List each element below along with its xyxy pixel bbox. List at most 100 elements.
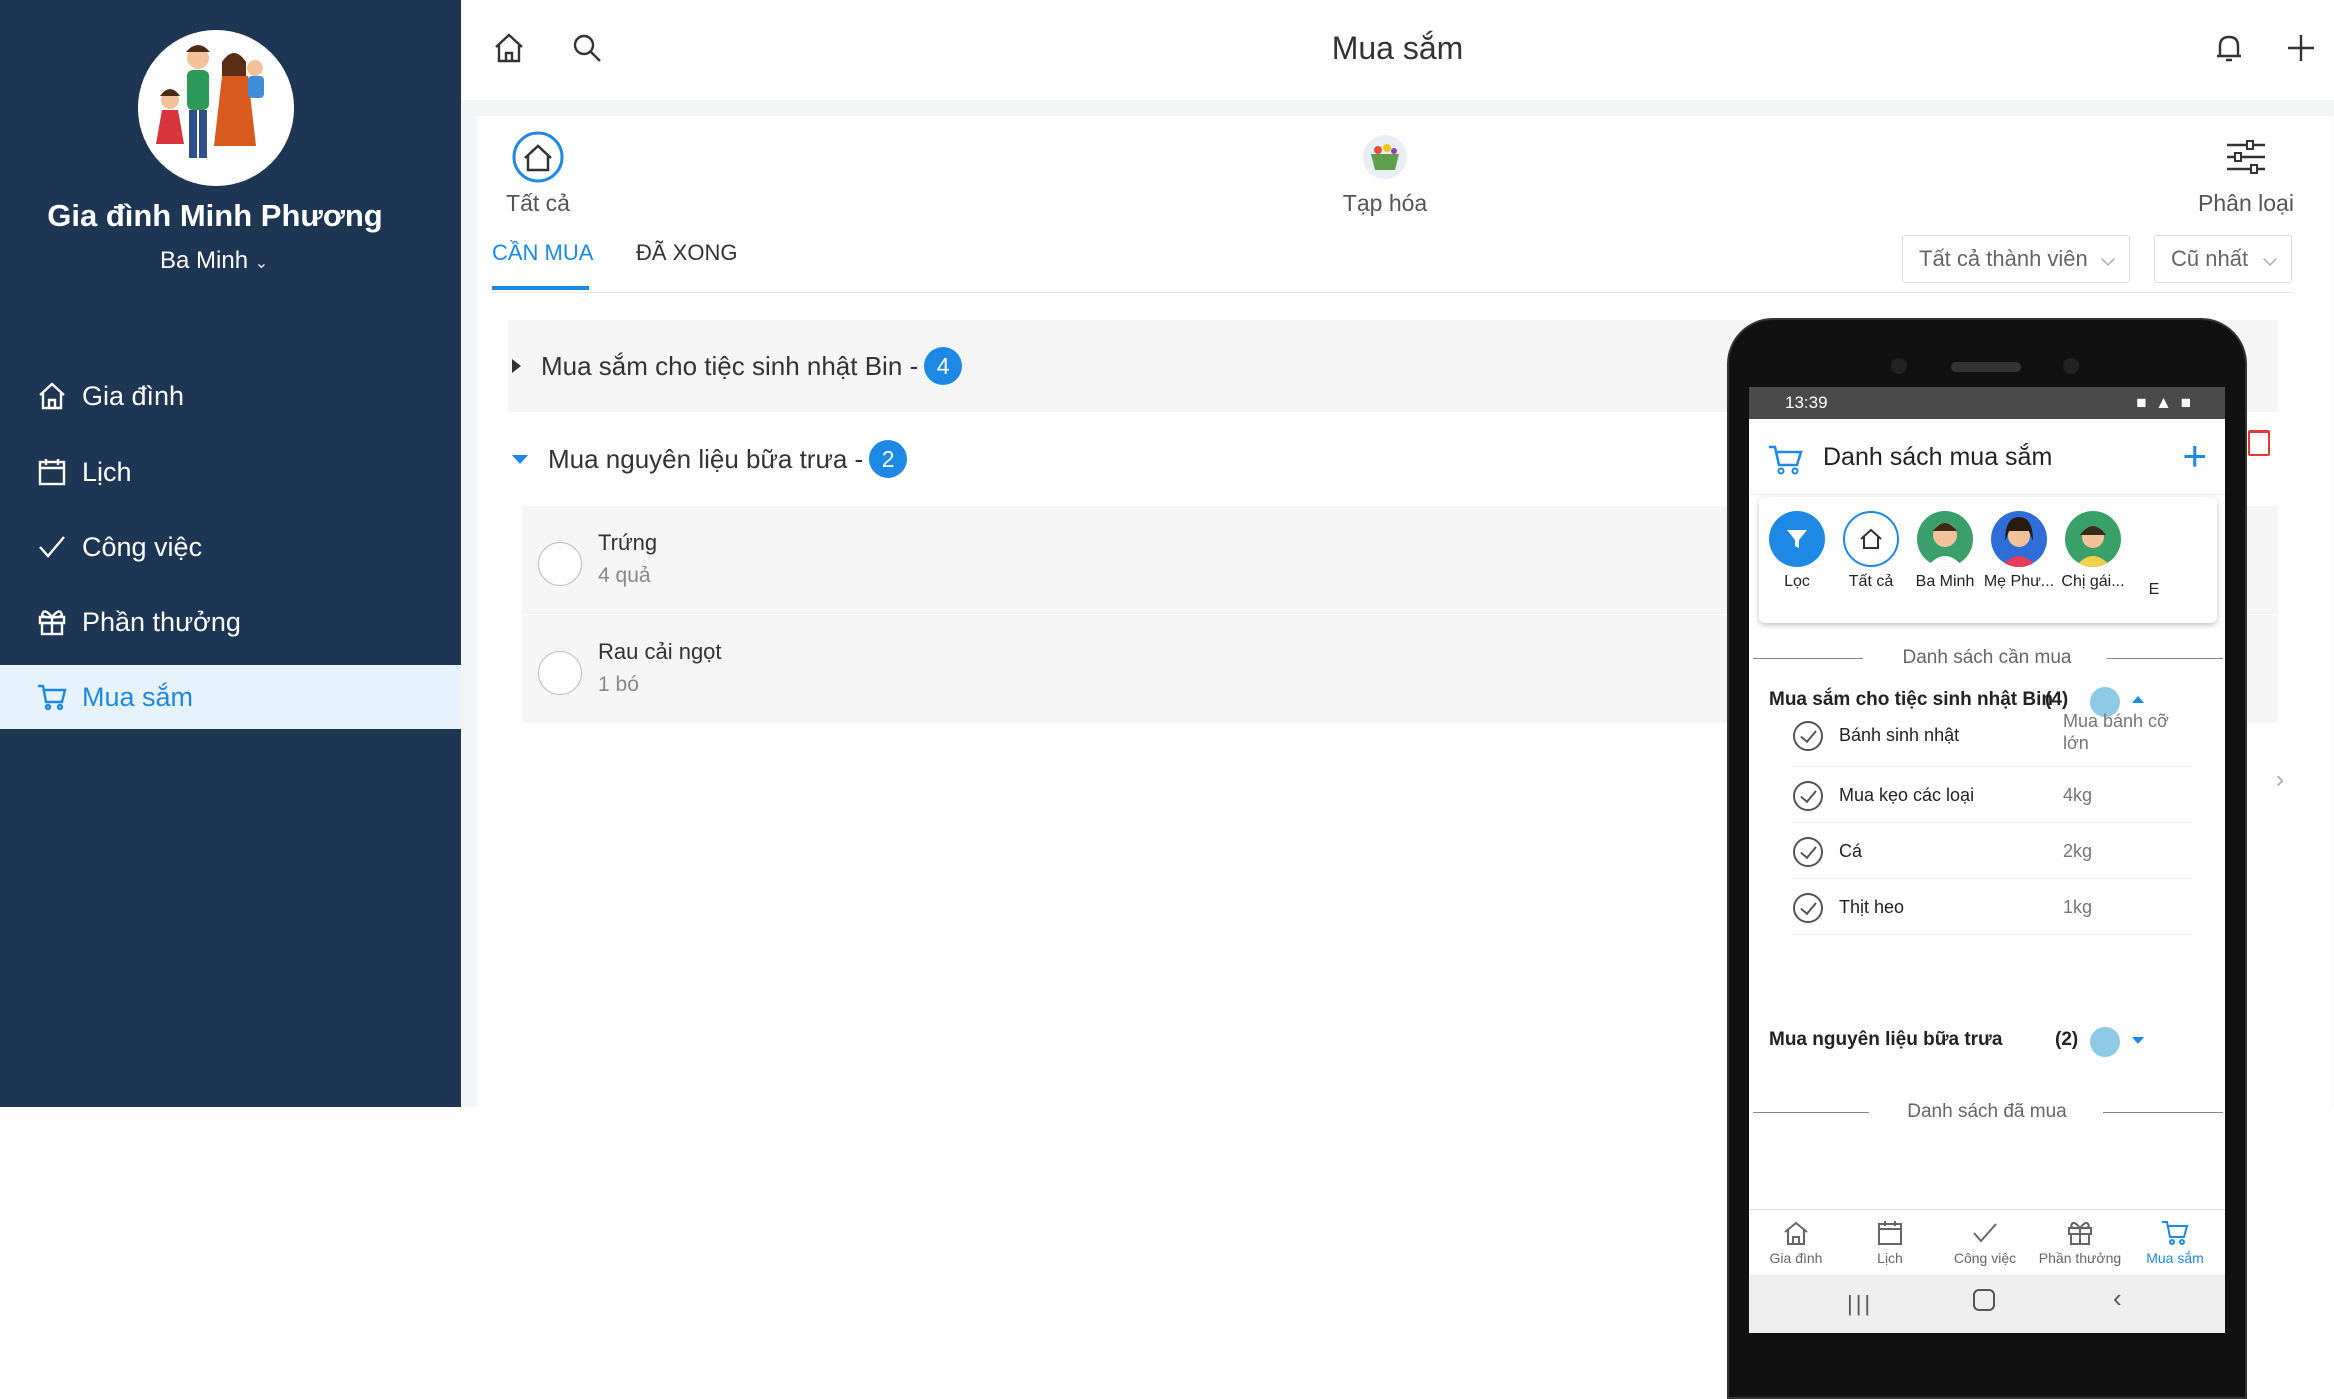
house-icon [1843, 511, 1899, 567]
avatar [2090, 1027, 2120, 1057]
category-all[interactable]: Tất cả [500, 130, 576, 217]
bottom-nav-tasks[interactable]: Công việc [1940, 1218, 2030, 1266]
caret-down-icon[interactable] [2132, 1037, 2144, 1044]
filter-chip[interactable]: Ba Minh [1908, 511, 1982, 591]
group-title: Mua nguyên liệu bữa trưa - [548, 443, 864, 474]
phone-header: Danh sách mua sắm + [1749, 419, 2225, 495]
home-icon [1784, 1221, 1808, 1245]
group-title: Mua sắm cho tiệc sinh nhật Bin - [541, 350, 919, 381]
bottom-nav-calendar[interactable]: Lịch [1845, 1218, 1935, 1266]
category-sort[interactable]: Phân loại [2196, 130, 2296, 217]
item-checkbox[interactable] [538, 542, 582, 586]
section-to-buy-title: Danh sách cần mua [1902, 647, 2072, 668]
status-time: 13:39 [1785, 393, 1828, 412]
home-button-icon[interactable] [1973, 1289, 1995, 1311]
section-done-title: Danh sách đã mua [1907, 1101, 2067, 1122]
avatar [2065, 511, 2121, 567]
sort-select[interactable]: Cũ nhất [2154, 235, 2292, 283]
bottom-nav-label: Gia đình [1769, 1250, 1823, 1266]
checkmark-circle-icon[interactable] [1793, 893, 1823, 923]
filter-chip[interactable]: Tất cả [1834, 511, 1908, 591]
checkmark-circle-icon[interactable] [1793, 721, 1823, 751]
add-icon[interactable] [2283, 30, 2323, 70]
sidebar-item-label: Công việc [82, 531, 203, 562]
checkmark-circle-icon[interactable] [1793, 781, 1823, 811]
category-label: Tất cả [506, 190, 570, 216]
sidebar-item-label: Gia đình [82, 380, 185, 411]
delete-icon[interactable] [2248, 430, 2270, 456]
member-filter-bar: Lọc Tất cả Ba Minh Mẹ Phư... Chị gái... [1759, 497, 2217, 623]
status-bar: 13:39 ■ ▲ ■ [1749, 387, 2225, 419]
sidebar-item-calendar[interactable]: Lịch [0, 440, 461, 504]
phone-list-item[interactable]: Bánh sinh nhật Mua bánh cỡ lớn [1793, 705, 2193, 767]
tab-to-buy[interactable]: CẦN MUA [492, 240, 593, 266]
sidebar-item-label: Lịch [82, 456, 132, 487]
avatar [1991, 511, 2047, 567]
group-title[interactable]: Mua nguyên liệu bữa trưa [1769, 1029, 2002, 1051]
phone-list-item[interactable]: Cá 2kg [1793, 823, 2193, 879]
cart-icon [38, 684, 67, 711]
phone-header-title: Danh sách mua sắm [1823, 443, 2053, 471]
phone-list-item[interactable]: Mua kẹo các loại 4kg [1793, 767, 2193, 823]
gift-icon [2068, 1222, 2092, 1245]
sidebar-item-family[interactable]: Gia đình [0, 364, 461, 428]
filter-chip[interactable]: Lọc [1760, 511, 1834, 591]
bottom-nav-label: Phần thưởng [2038, 1250, 2122, 1266]
category-grocery[interactable]: Tạp hóa [1340, 130, 1430, 217]
calendar-icon [38, 459, 66, 486]
house-circle-icon [511, 130, 565, 184]
add-icon[interactable]: + [2182, 435, 2207, 477]
family-avatar[interactable] [138, 30, 294, 186]
item-quantity: 1 bó [598, 673, 639, 696]
grocery-basket-icon [1358, 130, 1412, 184]
bottom-nav-shopping[interactable]: Mua sắm [2130, 1218, 2220, 1266]
bottom-nav-rewards[interactable]: Phần thưởng [2035, 1218, 2125, 1266]
item-name: Rau cải ngọt [598, 639, 722, 664]
active-tab-indicator [492, 286, 589, 290]
caret-down-icon [512, 454, 528, 464]
sidebar-item-shopping[interactable]: Mua sắm [0, 665, 461, 729]
caret-up-icon[interactable] [2132, 696, 2144, 703]
bottom-nav-label: Công việc [1953, 1250, 2017, 1266]
back-icon[interactable]: ‹ [2113, 1283, 2122, 1314]
bell-icon[interactable] [2211, 30, 2251, 70]
checkmark-circle-icon[interactable] [1793, 837, 1823, 867]
cart-icon [1769, 445, 1803, 475]
filter-chip-label: Mẹ Phư... [1983, 573, 2055, 590]
phone-bottom-nav: Gia đình Lịch Công việc Phần thưởng Mua … [1749, 1209, 2225, 1275]
item-name: Thịt heo [1839, 897, 1905, 917]
check-icon [1973, 1223, 1997, 1243]
family-name: Gia đình Minh Phương [47, 198, 383, 233]
tab-divider [492, 292, 2292, 293]
phone-camera [1891, 358, 1907, 374]
current-user-label: Ba Minh [160, 247, 249, 274]
sidebar-item-label: Phần thưởng [82, 606, 241, 637]
bottom-nav-label: Mua sắm [2146, 1250, 2204, 1266]
phone-list-item[interactable]: Thịt heo 1kg [1793, 879, 2193, 935]
filter-chip-label: Ba Minh [1915, 573, 1975, 590]
filter-chip-label: Tất cả [1848, 573, 1894, 590]
member-filter-select[interactable]: Tất cả thành viên [1902, 235, 2130, 283]
chevron-right-icon[interactable]: › [2276, 766, 2284, 794]
item-checkbox[interactable] [538, 651, 582, 695]
member-filter-value: Tất cả thành viên [1919, 246, 2088, 271]
bottom-nav-family[interactable]: Gia đình [1751, 1218, 1841, 1266]
category-label: Tạp hóa [1342, 190, 1428, 216]
home-icon [39, 382, 65, 410]
sort-value: Cũ nhất [2171, 246, 2249, 271]
recent-apps-icon[interactable]: ||| [1847, 1291, 1873, 1317]
filter-chip[interactable]: Mẹ Phư... [1982, 511, 2056, 591]
filter-chip[interactable]: Chị gái... [2056, 511, 2130, 591]
item-name: Trứng [598, 530, 658, 555]
filter-chip[interactable]: E [2139, 581, 2169, 599]
top-bar: Mua sắm [461, 0, 2334, 100]
status-icons: ■ ▲ ■ [2136, 393, 2193, 412]
sidebar-item-rewards[interactable]: Phần thưởng [0, 590, 461, 654]
check-icon [39, 536, 65, 558]
sidebar-item-tasks[interactable]: Công việc [0, 515, 461, 579]
chevron-down-icon [2263, 252, 2277, 266]
group-count-badge: 4 [924, 347, 963, 385]
tab-done[interactable]: ĐÃ XONG [636, 240, 737, 266]
user-switcher[interactable]: Ba Minh ⌄ [160, 247, 268, 275]
cart-icon [2162, 1221, 2189, 1245]
